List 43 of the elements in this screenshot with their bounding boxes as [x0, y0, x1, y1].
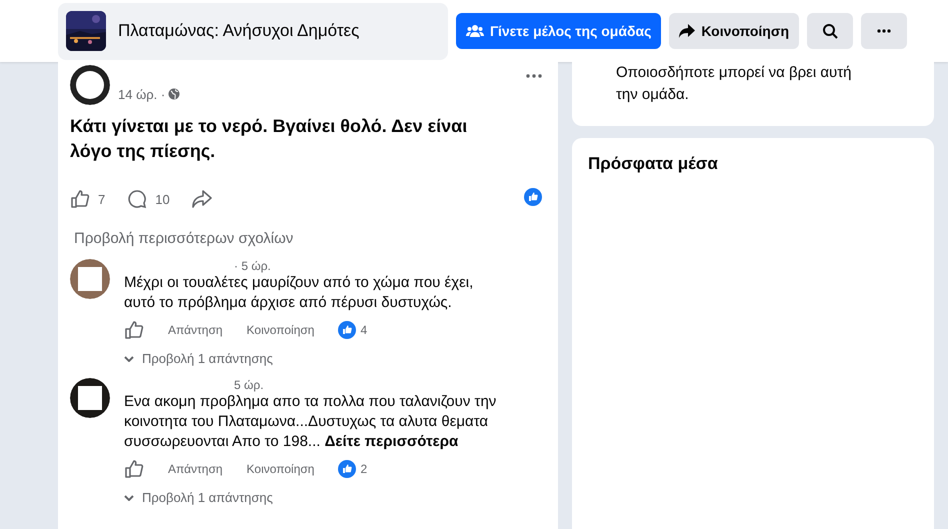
group-name: Πλαταμώνας: Ανήσυχοι Δημότες	[118, 21, 360, 41]
avatar[interactable]	[70, 65, 110, 105]
share-link[interactable]: Κοινοποίηση	[246, 323, 314, 337]
reaction-count: 2	[360, 462, 368, 476]
reply-link[interactable]: Απάντηση	[168, 462, 223, 476]
like-icon[interactable]	[70, 189, 90, 209]
like-reaction-icon	[338, 460, 356, 478]
view-replies-link[interactable]: Προβολή 1 απάντησης	[142, 351, 273, 366]
group-icon	[466, 24, 484, 38]
comment-icon[interactable]	[127, 189, 148, 209]
comment-text: Ενα ακομη προβλημα απο τα πολλα που ταλανιζουν την κοινοτητα του Πλαταμωνα...Δυστυχως τα αλυτα θεματα συσσωρευονται Απο το 198... Δείτε περισσότερα	[124, 392, 498, 452]
more-icon	[877, 29, 891, 33]
share-link[interactable]: Κοινοποίηση	[246, 462, 314, 476]
see-more-link[interactable]: Δείτε περισσότερα	[324, 433, 458, 450]
view-replies-link[interactable]: Προβολή 1 απάντησης	[142, 490, 273, 505]
view-more-comments-link[interactable]: Προβολή περισσότερων σχολίων	[74, 230, 546, 247]
like-reaction-icon	[524, 188, 542, 206]
post-time: 14 ώρ. ·	[118, 86, 166, 102]
more-icon[interactable]	[526, 74, 542, 78]
search-button[interactable]	[807, 13, 853, 49]
chevron-down-icon	[124, 356, 134, 362]
comment-time: 5 ώρ.	[233, 378, 265, 392]
like-icon[interactable]	[124, 320, 144, 340]
share-icon[interactable]	[192, 190, 212, 208]
like-reaction-icon	[338, 321, 356, 339]
reaction-count: 4	[360, 323, 368, 337]
comment-count: 10	[155, 192, 170, 206]
chevron-down-icon	[124, 494, 134, 500]
like-count: 7	[98, 192, 106, 206]
globe-icon	[168, 88, 180, 100]
group-header[interactable]: Πλαταμώνας: Ανήσυχοι Δημότες	[58, 2, 448, 60]
avatar[interactable]	[70, 378, 110, 418]
join-group-button[interactable]: Γίνετε μέλος της ομάδας	[456, 13, 662, 49]
card-title: Πρόσφατα μέσα	[588, 154, 718, 173]
reply-link[interactable]: Απάντηση	[168, 323, 223, 337]
privacy-text: Οποιοσδήποτε μπορεί να βρει αυτή την ομάδα.	[616, 64, 852, 103]
post-text: Κάτι γίνεται με το νερό. Βγαίνει θολό. Δεν είναι λόγο της πίεσης.	[70, 115, 468, 163]
share-icon	[679, 24, 696, 38]
comment-time: · 5 ώρ.	[233, 259, 272, 273]
share-button[interactable]: Κοινοποίηση	[669, 13, 799, 49]
comment-text: Μέχρι οι τουαλέτες μαυρίζουν από το χώμα που έχει, αυτό το πρόβλημα άρχισε από πέρυσι δυστυχώς.	[124, 273, 474, 313]
search-icon	[822, 23, 838, 39]
like-icon[interactable]	[124, 459, 144, 479]
